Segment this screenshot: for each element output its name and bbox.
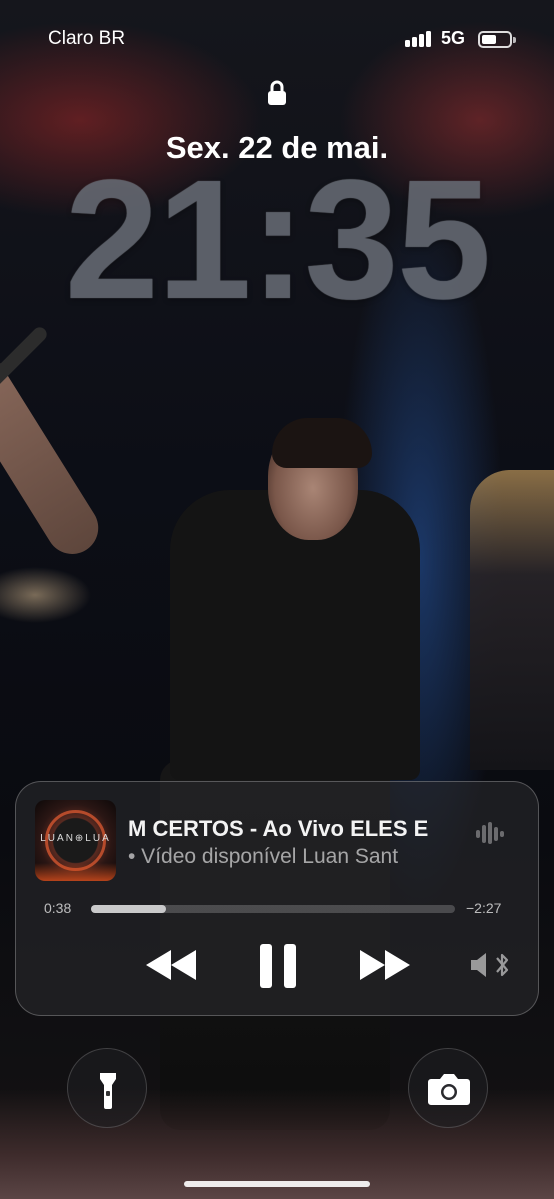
playback-progress [91,905,166,913]
cellular-signal-icon [405,31,433,47]
track-subtitle[interactable]: • Vídeo disponível Luan Sant [128,845,474,869]
rewind-button[interactable] [144,948,198,982]
remaining-time: −2:27 [466,900,502,916]
status-bar: Claro BR 5G [0,26,554,52]
pause-button[interactable] [258,942,298,990]
artwork-label: LUAN⊕LUA [40,833,111,844]
camera-button[interactable] [408,1048,488,1128]
carrier-name: Claro BR [48,28,126,49]
battery-icon [478,31,516,48]
flashlight-button[interactable] [67,1048,147,1128]
battery-level [482,35,497,44]
battery-cap [513,37,516,43]
track-title[interactable]: M CERTOS - Ao Vivo ELES E [128,816,474,842]
now-playing-widget[interactable]: LUAN⊕LUA M CERTOS - Ao Vivo ELES E • Víd… [15,781,539,1016]
wallpaper-guitarist [470,470,554,770]
album-artwork[interactable]: LUAN⊕LUA [35,800,116,881]
elapsed-time: 0:38 [44,900,72,916]
lock-icon [268,80,286,105]
home-indicator[interactable] [184,1181,370,1187]
camera-icon [428,1074,470,1105]
playback-scrubber[interactable] [91,905,455,913]
network-type: 5G [441,28,466,48]
wallpaper-singer-arm [0,341,109,564]
wallpaper-singer-hair [272,418,372,468]
flashlight-icon [100,1073,116,1109]
lock-clock: 21:35 [64,145,492,335]
artwork-glow [35,863,116,881]
bluetooth-speaker-output-button[interactable] [469,950,513,980]
fast-forward-button[interactable] [358,948,412,982]
audio-waveform-icon [476,822,510,844]
